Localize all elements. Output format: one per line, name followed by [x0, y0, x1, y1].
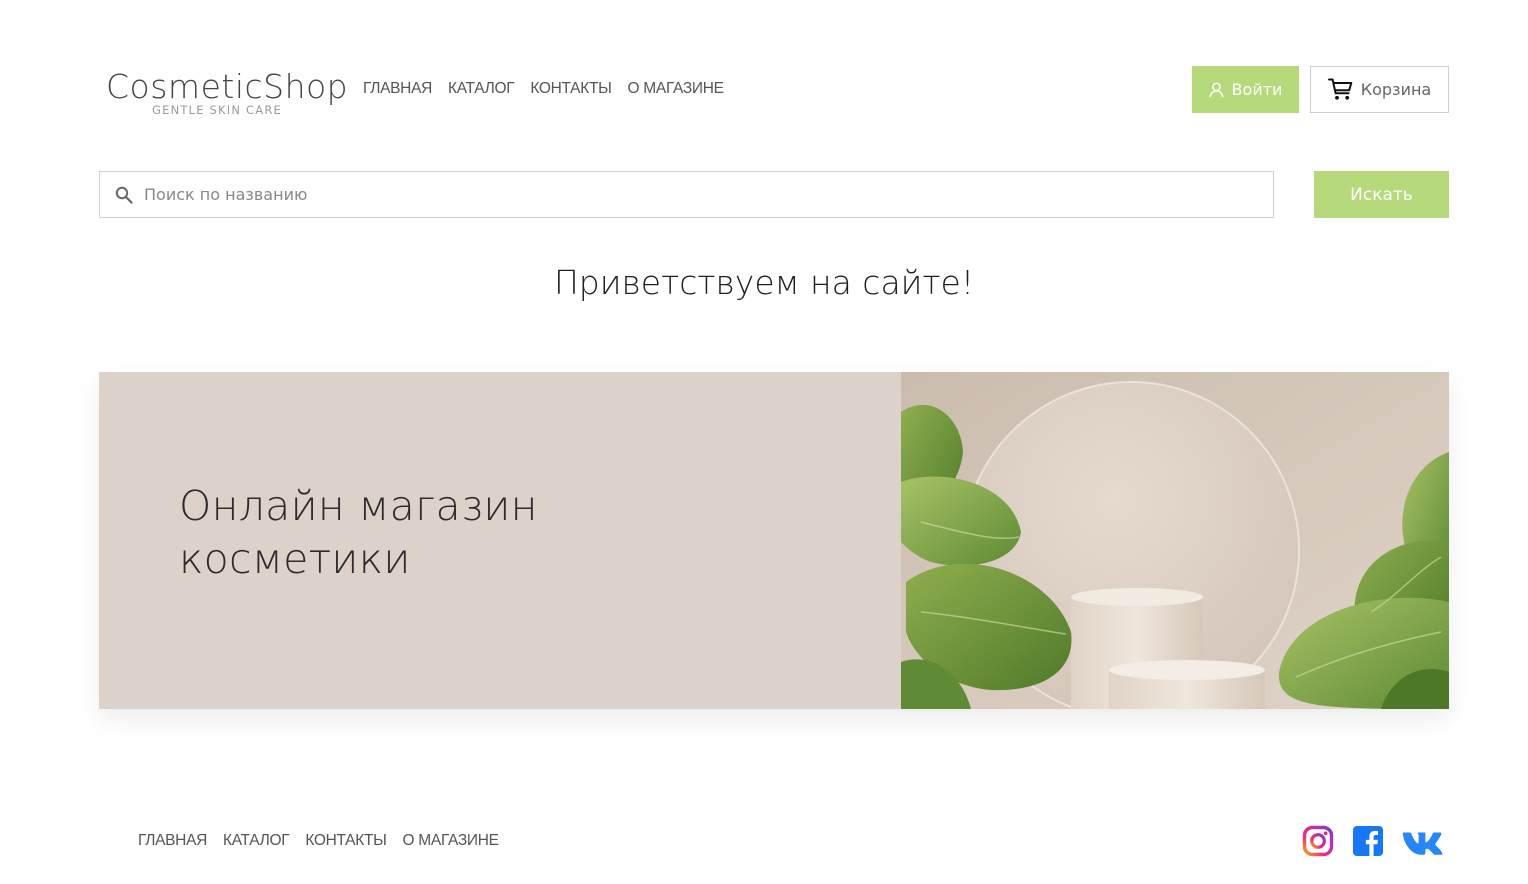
search-button[interactable]: Искать [1314, 171, 1449, 218]
footer-link-contacts[interactable]: КОНТАКТЫ [305, 832, 387, 850]
user-icon [1209, 82, 1224, 97]
banner-text-panel: Онлайн магазин косметики [99, 372, 901, 709]
logo-title: CosmeticShop [106, 67, 349, 106]
nav-link-home[interactable]: ГЛАВНАЯ [363, 80, 432, 98]
cart-label: Корзина [1360, 80, 1432, 99]
footer-link-catalog[interactable]: КАТАЛОГ [223, 832, 290, 850]
instagram-icon[interactable] [1302, 825, 1334, 857]
logo[interactable]: CosmeticShop GENTLE SKIN CARE [106, 67, 349, 118]
banner-heading: Онлайн магазин косметики [179, 480, 901, 586]
login-label: Войти [1231, 80, 1283, 99]
podium-plants-image [901, 372, 1449, 709]
nav-link-contacts[interactable]: КОНТАКТЫ [530, 80, 612, 98]
cart-button[interactable]: Корзина [1310, 66, 1449, 113]
vk-icon[interactable] [1402, 825, 1444, 857]
cart-icon [1327, 78, 1353, 100]
page-title: Приветствуем на сайте! [553, 263, 975, 302]
footer-link-about[interactable]: О МАГАЗИНЕ [403, 832, 499, 850]
hero-banner: Онлайн магазин косметики [99, 372, 1449, 709]
footer-nav: ГЛАВНАЯ КАТАЛОГ КОНТАКТЫ О МАГАЗИНЕ [138, 832, 499, 850]
nav-link-about[interactable]: О МАГАЗИНЕ [628, 80, 724, 98]
nav-link-catalog[interactable]: КАТАЛОГ [448, 80, 515, 98]
search-bar [99, 171, 1274, 218]
main-nav: ГЛАВНАЯ КАТАЛОГ КОНТАКТЫ О МАГАЗИНЕ [363, 80, 724, 98]
search-icon [100, 186, 144, 204]
social-links [1302, 825, 1444, 857]
banner-image [901, 372, 1449, 709]
search-input[interactable] [144, 172, 1273, 217]
facebook-icon[interactable] [1352, 825, 1384, 857]
login-button[interactable]: Войти [1192, 66, 1299, 113]
banner-heading-line-2: косметики [179, 535, 411, 583]
banner-heading-line-1: Онлайн магазин [179, 482, 538, 530]
footer-link-home[interactable]: ГЛАВНАЯ [138, 832, 207, 850]
